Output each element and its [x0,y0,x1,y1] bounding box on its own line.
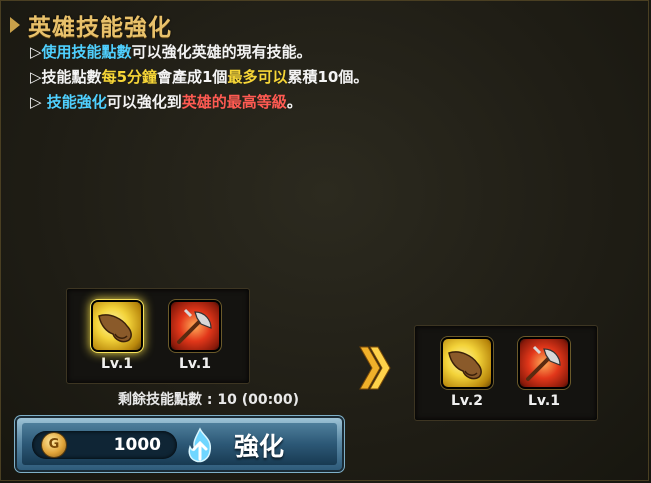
highlight-max-level: 英雄的最高等級 [181,93,287,111]
description-line-2: ▷技能點數每5分鐘會產成1個最多可以累積10個。 [30,65,368,90]
bullet-icon: ▷ [30,68,42,86]
skill-level: Lv.1 [528,393,560,409]
axe-icon [171,302,219,350]
gold-coin-icon: G [42,433,66,457]
result-skill-fist[interactable]: Lv.2 [439,339,495,409]
skill-level: Lv.1 [101,356,133,372]
description-text: 技能點數 [41,68,102,86]
page-title: 英雄技能強化 [28,15,172,41]
bullet-icon: ▷ [30,43,42,61]
cost-display: G 1000 [32,431,177,459]
current-skills-panel: Lv.1 Lv.1 [66,288,250,384]
upgrade-label: 強化 [234,432,285,461]
skill-level: Lv.2 [451,393,483,409]
description-text: 會產成1個 [157,68,228,86]
title-arrow-icon [10,17,20,33]
result-skills-panel: Lv.2 Lv.1 [414,325,598,421]
bullet-icon: ▷ [30,93,47,111]
upgrade-button[interactable]: G 1000 強化 [17,418,342,470]
description-text: 可以強化英雄的現有技能。 [131,43,312,61]
flame-upgrade-icon [180,425,220,469]
description-line-1: ▷使用技能點數可以強化英雄的現有技能。 [30,40,368,65]
title-row: 英雄技能強化 [10,8,172,42]
description-line-3: ▷ 技能強化可以強化到英雄的最高等級。 [30,90,368,115]
description-text: 。 [286,93,302,111]
result-skill-axe[interactable]: Lv.1 [516,339,572,409]
cost-value: 1000 [113,435,161,455]
fist-icon [443,339,491,387]
highlight-max: 最多可以 [227,68,288,86]
highlight-interval: 每5分鐘 [101,68,157,86]
axe-icon [520,339,568,387]
description: ▷使用技能點數可以強化英雄的現有技能。 ▷技能點數每5分鐘會產成1個最多可以累積… [30,40,368,115]
fist-icon [93,302,141,350]
description-text: 可以強化到 [106,93,182,111]
highlight-skill-upgrade: 技能強化 [46,93,107,111]
upgrade-button-face: G 1000 強化 [22,423,337,465]
current-skill-fist[interactable]: Lv.1 [89,302,145,372]
remaining-skill-points: 剩餘技能點數 : 10 (00:00) [118,392,300,408]
current-skill-axe[interactable]: Lv.1 [167,302,223,372]
description-text: 累積10個。 [287,68,369,86]
highlight-skill-points: 使用技能點數 [41,43,132,61]
upgrade-arrow-icon [358,345,392,395]
skill-level: Lv.1 [179,356,211,372]
